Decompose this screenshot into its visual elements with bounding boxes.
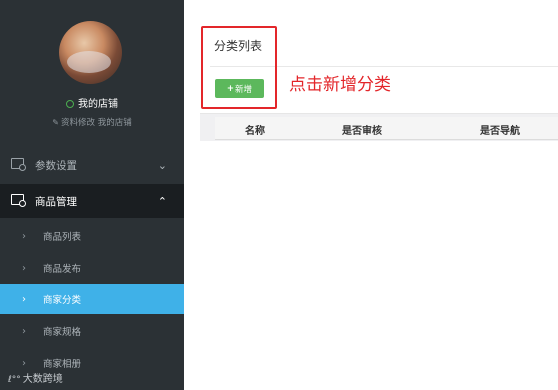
pencil-icon: ✎ (52, 118, 59, 127)
sub-item-merchant-category[interactable]: › 商家分类 (0, 284, 184, 314)
column-header-name: 名称 (245, 126, 265, 137)
avatar[interactable] (59, 21, 122, 84)
table-header: 名称 是否审核 是否导航 (215, 117, 558, 140)
chevron-right-icon: › (22, 230, 26, 242)
sidebar: 我的店铺 ✎ 资料修改 我的店铺 参数设置 ⌄ 商品管理 ⌃ › 商品列表 › 商… (0, 0, 184, 390)
sub-item-merchant-spec[interactable]: › 商家规格 (0, 316, 184, 346)
sub-item-label: 商品发布 (43, 264, 82, 275)
store-name: 我的店铺 (78, 99, 118, 110)
watermark-logo-icon: ℓ°° (8, 375, 21, 385)
sub-item-label: 商品列表 (43, 232, 82, 243)
highlight-box (201, 26, 277, 109)
column-header-reviewed: 是否审核 (342, 126, 382, 137)
folder-settings-icon (11, 194, 26, 207)
chevron-right-icon: › (22, 262, 26, 274)
menu-param-settings[interactable]: 参数设置 ⌄ (0, 148, 184, 182)
edit-profile-text: 资料修改 我的店铺 (61, 118, 132, 128)
watermark: ℓ°° 大数跨境 (8, 370, 63, 385)
sub-item-product-publish[interactable]: › 商品发布 (0, 253, 184, 283)
menu-product-management[interactable]: 商品管理 ⌃ (0, 184, 184, 218)
column-header-navigation: 是否导航 (480, 126, 520, 137)
store-link[interactable]: 我的店铺 (0, 95, 184, 110)
menu-label: 商品管理 (35, 195, 77, 208)
edit-profile-link[interactable]: ✎ 资料修改 我的店铺 (0, 116, 184, 128)
sub-item-label: 商家规格 (43, 327, 82, 338)
menu-label: 参数设置 (35, 159, 77, 172)
chevron-down-icon: ⌄ (157, 158, 167, 172)
annotation-text: 点击新增分类 (289, 75, 391, 95)
chevron-up-icon: ⌃ (157, 194, 167, 208)
chevron-right-icon: › (22, 293, 26, 305)
watermark-text: 大数跨境 (22, 374, 63, 385)
table-body (200, 141, 558, 204)
chevron-right-icon: › (22, 325, 26, 337)
sub-item-product-list[interactable]: › 商品列表 (0, 221, 184, 251)
folder-settings-icon (11, 158, 26, 171)
online-dot-icon (66, 100, 74, 108)
chevron-right-icon: › (22, 357, 26, 369)
sub-item-label: 商家相册 (43, 359, 82, 370)
sub-item-label: 商家分类 (43, 295, 82, 306)
